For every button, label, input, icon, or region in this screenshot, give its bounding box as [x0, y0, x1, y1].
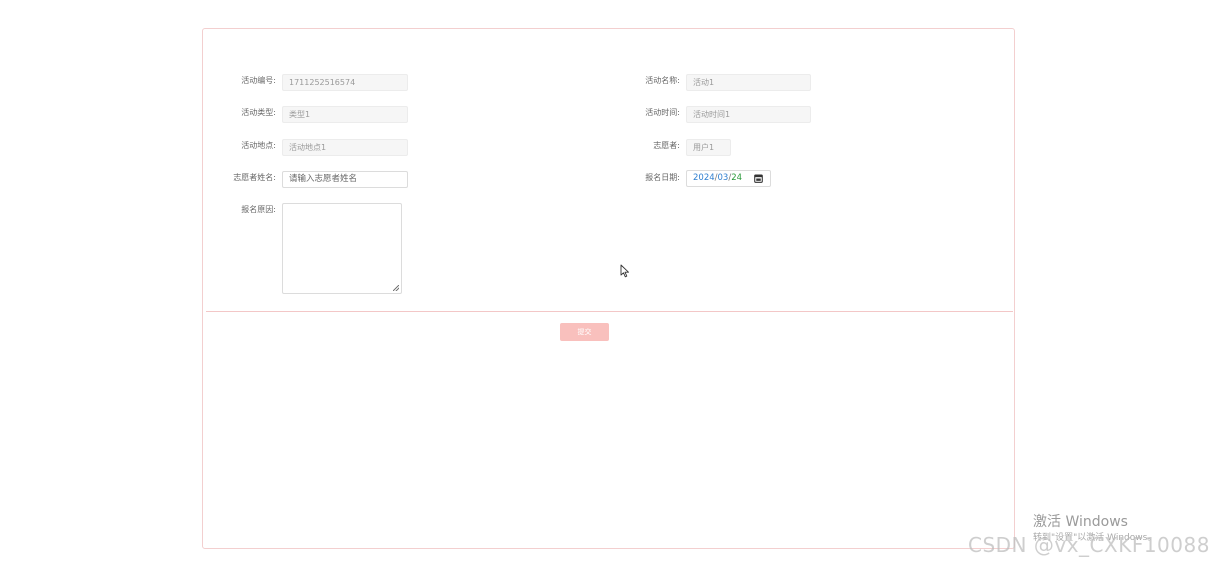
- activity-no-field[interactable]: 1711252516574: [282, 74, 408, 91]
- form-divider: [206, 311, 1013, 312]
- activity-location-label: 活动地点:: [241, 141, 276, 150]
- signup-reason-textarea[interactable]: [282, 203, 402, 294]
- csdn-watermark: CSDN @vx_CXKF10088: [968, 533, 1210, 557]
- activity-location-field[interactable]: 活动地点1: [282, 139, 408, 156]
- volunteer-label: 志愿者:: [653, 141, 680, 150]
- calendar-icon[interactable]: [754, 174, 763, 183]
- windows-activation-title: 激活 Windows: [1033, 514, 1128, 530]
- activity-no-label: 活动编号:: [241, 76, 276, 85]
- date-year[interactable]: 2024: [693, 173, 715, 183]
- activity-time-label: 活动时间:: [645, 108, 680, 117]
- volunteer-field[interactable]: 用户1: [686, 139, 731, 156]
- signup-reason-label: 报名原因:: [241, 205, 276, 214]
- date-month[interactable]: 03: [718, 173, 729, 183]
- signup-date-input[interactable]: 2024/03/24: [686, 170, 771, 187]
- volunteer-name-input[interactable]: 请输入志愿者姓名: [282, 171, 408, 188]
- activity-name-field[interactable]: 活动1: [686, 74, 811, 91]
- submit-button[interactable]: 提交: [560, 323, 609, 341]
- mouse-cursor-icon: [620, 264, 629, 278]
- activity-name-label: 活动名称:: [645, 76, 680, 85]
- date-day[interactable]: 24: [731, 173, 742, 183]
- volunteer-name-label: 志愿者姓名:: [233, 173, 276, 182]
- activity-type-field[interactable]: 类型1: [282, 106, 408, 123]
- activity-type-label: 活动类型:: [241, 108, 276, 117]
- activity-time-field[interactable]: 活动时间1: [686, 106, 811, 123]
- signup-date-label: 报名日期:: [645, 173, 680, 182]
- resize-handle-icon[interactable]: [393, 285, 399, 291]
